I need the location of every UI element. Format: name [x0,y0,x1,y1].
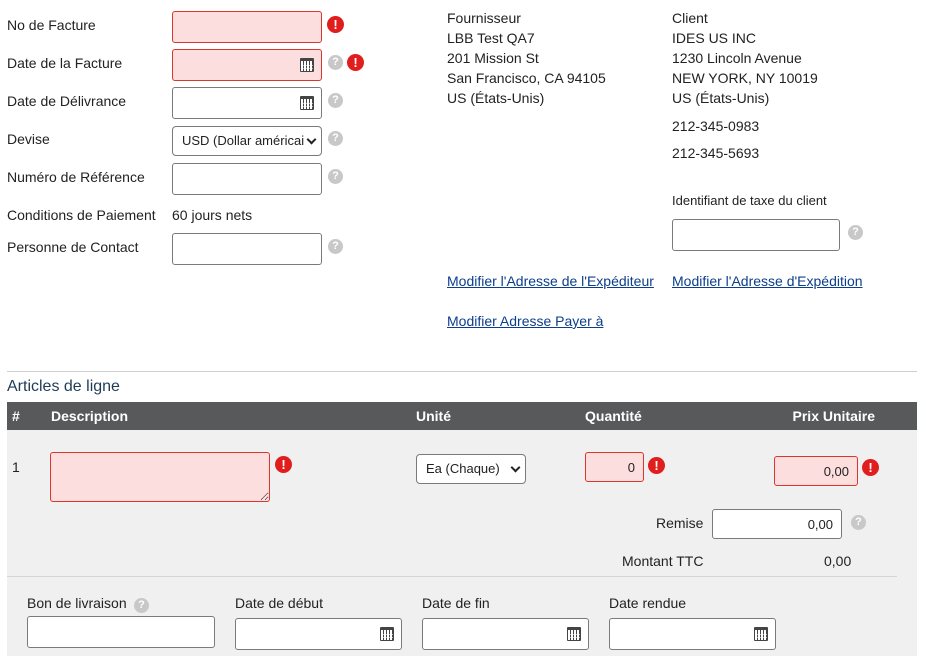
tax-id-label: Identifiant de taxe du client [672,193,827,208]
currency-select[interactable]: USD (Dollar américai [172,126,322,156]
invoice-no-label: No de Facture [7,17,96,33]
description-input[interactable] [51,453,269,501]
supplier-street: 201 Mission St [447,50,539,66]
help-icon[interactable]: ? [328,93,343,108]
discount-input[interactable] [713,510,841,538]
delivery-note-field[interactable] [27,616,215,648]
payment-terms-label: Conditions de Paiement [7,207,156,223]
error-icon: ! [648,457,665,474]
end-date-label: Date de fin [422,595,490,611]
calendar-icon[interactable] [300,96,314,110]
chevron-down-icon [306,134,317,145]
client-name: IDES US INC [672,30,757,46]
help-icon[interactable]: ? [134,598,149,613]
delivery-date-field[interactable] [172,87,322,119]
client-city: NEW YORK, NY 10019 [672,70,818,86]
client-country: US (États-Unis) [672,90,770,106]
tax-id-input[interactable] [673,220,839,250]
edit-sender-address-link[interactable]: Modifier l'Adresse de l'Expéditeur [447,273,654,289]
col-num: # [12,408,20,424]
contact-field[interactable] [172,233,322,265]
help-icon[interactable]: ? [848,225,863,240]
payment-terms-value: 60 jours nets [172,207,253,223]
calendar-icon[interactable] [754,627,768,641]
discount-field[interactable] [712,509,842,539]
help-icon[interactable]: ? [328,169,343,184]
col-unit-price: Prix Unitaire [792,408,875,424]
client-phone-1: 212-345-0983 [672,118,760,134]
line-number: 1 [12,459,20,475]
error-icon: ! [862,459,879,476]
invoice-date-input[interactable] [173,50,321,80]
error-icon: ! [275,456,292,473]
calendar-icon[interactable] [300,58,314,72]
help-icon[interactable]: ? [328,55,343,70]
client-address: Client IDES US INC 1230 Lincoln Avenue N… [672,8,818,108]
invoice-date-field[interactable] [172,49,322,81]
edit-shipping-address-link[interactable]: Modifier l'Adresse d'Expédition [672,273,863,289]
delivery-date-input[interactable] [173,88,321,118]
line-items-title: Articles de ligne [7,378,120,395]
quantity-input[interactable] [586,453,643,481]
edit-pay-to-address-link[interactable]: Modifier Adresse Payer à [447,313,603,329]
error-icon: ! [347,54,364,71]
row-divider [7,576,897,577]
help-icon[interactable]: ? [328,131,343,146]
delivery-note-input[interactable] [28,617,214,647]
calendar-icon[interactable] [567,627,581,641]
contact-input[interactable] [173,234,321,264]
total-label: Montant TTC [622,553,704,569]
supplier-address: Fournisseur LBB Test QA7 201 Mission St … [447,8,606,108]
end-date-input[interactable] [423,619,588,649]
client-heading: Client [672,10,708,26]
reference-input[interactable] [173,164,321,194]
supplier-country: US (États-Unis) [447,90,545,106]
help-icon[interactable]: ? [328,239,343,254]
rendered-date-label: Date rendue [609,595,687,611]
currency-label: Devise [7,131,50,147]
discount-label: Remise [656,515,704,531]
supplier-heading: Fournisseur [447,10,521,26]
unit-price-field[interactable] [774,456,858,486]
start-date-field[interactable] [235,618,402,650]
contact-label: Personne de Contact [7,239,139,255]
invoice-date-label: Date de la Facture [7,55,123,71]
description-field[interactable] [50,452,270,502]
client-street: 1230 Lincoln Avenue [672,50,802,66]
invoice-no-field[interactable] [172,11,322,43]
total-value: 0,00 [824,553,852,569]
end-date-field[interactable] [422,618,589,650]
unit-price-input[interactable] [775,457,857,485]
unit-select[interactable]: Ea (Chaque) [416,454,526,484]
invoice-no-input[interactable] [173,12,321,42]
col-unit: Unité [416,408,451,424]
delivery-note-label: Bon de livraison [27,595,127,611]
client-phone-2: 212-345-5693 [672,145,760,161]
col-description: Description [51,408,129,424]
error-icon: ! [327,16,344,33]
chevron-down-icon [510,462,521,473]
rendered-date-field[interactable] [609,618,776,650]
quantity-field[interactable] [585,452,644,482]
unit-value: Ea (Chaque) [426,461,500,476]
section-divider [7,371,917,372]
delivery-date-label: Date de Délivrance [7,93,127,109]
reference-label: Numéro de Référence [7,169,145,185]
start-date-label: Date de début [235,595,323,611]
start-date-input[interactable] [236,619,401,649]
currency-value: USD (Dollar américai [182,133,305,148]
tax-id-field[interactable] [672,219,840,251]
col-quantity: Quantité [585,408,642,424]
supplier-name: LBB Test QA7 [447,30,535,46]
reference-field[interactable] [172,163,322,195]
rendered-date-input[interactable] [610,619,775,649]
supplier-city: San Francisco, CA 94105 [447,70,606,86]
help-icon[interactable]: ? [851,515,866,530]
line-items-header: # Description Unité Quantité Prix Unitai… [7,402,917,430]
calendar-icon[interactable] [380,627,394,641]
